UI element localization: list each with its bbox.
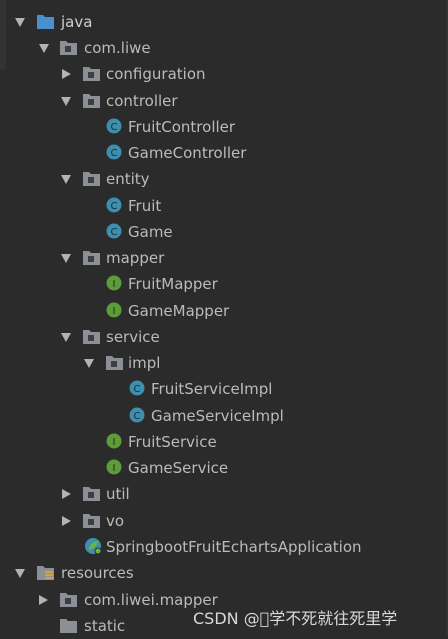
expand-arrow-icon[interactable]: [15, 18, 25, 27]
package-folder-icon: [106, 356, 123, 370]
tree-node-application[interactable]: SpringbootFruitEchartsApplication: [0, 534, 448, 560]
tree-node-label: java: [61, 13, 93, 31]
collapse-arrow-icon[interactable]: [39, 595, 48, 605]
expand-arrow-icon[interactable]: [61, 333, 71, 342]
tree-node-label: mapper: [106, 249, 165, 267]
tree-node-fruit[interactable]: C Fruit: [0, 193, 448, 219]
java-interface-icon: I: [106, 433, 122, 449]
java-interface-icon: I: [106, 302, 122, 318]
expand-arrow-icon[interactable]: [15, 569, 25, 578]
tree-node-label: Game: [128, 223, 173, 241]
tree-node-java[interactable]: java: [0, 9, 448, 35]
tree-node-resources[interactable]: resources: [0, 560, 448, 586]
java-interface-icon: I: [106, 459, 122, 475]
interface-icon-letter: I: [113, 306, 116, 317]
tree-node-label: entity: [106, 170, 150, 188]
tree-node-fruit-service-impl[interactable]: C FruitServiceImpl: [0, 376, 448, 402]
java-class-icon: C: [106, 223, 122, 239]
tree-node-label: util: [106, 485, 130, 503]
csdn-watermark: CSDN @ 学不死就往死里学: [193, 609, 398, 628]
tree-node-label: controller: [106, 92, 178, 110]
tree-node-fruit-mapper[interactable]: I FruitMapper: [0, 271, 448, 297]
tree-node-entity[interactable]: entity: [0, 166, 448, 192]
class-icon-letter: C: [134, 384, 141, 395]
folder-icon: [60, 619, 77, 633]
expand-arrow-icon[interactable]: [61, 254, 71, 263]
package-folder-icon: [83, 172, 100, 186]
interface-icon-letter: I: [113, 463, 116, 474]
package-folder-icon: [60, 593, 77, 607]
collapse-arrow-icon[interactable]: [62, 69, 71, 79]
tree-node-label: configuration: [106, 65, 206, 83]
java-class-icon: C: [106, 118, 122, 134]
tree-node-label: GameMapper: [128, 302, 230, 320]
expand-arrow-icon[interactable]: [39, 44, 49, 53]
java-class-icon: C: [106, 144, 122, 160]
tree-node-label: SpringbootFruitEchartsApplication: [106, 538, 362, 556]
tree-node-label: FruitMapper: [128, 275, 218, 293]
tree-node-configuration[interactable]: configuration: [0, 61, 448, 87]
package-folder-icon: [83, 487, 100, 501]
tree-node-game-controller[interactable]: C GameController: [0, 140, 448, 166]
project-tree: java com.liwe configuration controller C: [0, 0, 448, 636]
tree-node-controller[interactable]: controller: [0, 88, 448, 114]
class-icon-letter: C: [111, 122, 118, 133]
tree-node-label: GameService: [128, 459, 229, 477]
java-class-icon: C: [129, 380, 145, 396]
java-interface-icon: I: [106, 275, 122, 291]
tree-node-label: FruitController: [128, 118, 236, 136]
expand-arrow-icon[interactable]: [84, 359, 94, 368]
resources-folder-icon: [37, 566, 54, 580]
tree-node-mapper[interactable]: mapper: [0, 245, 448, 271]
package-folder-icon: [83, 330, 100, 344]
tree-node-label: GameServiceImpl: [151, 407, 284, 425]
tree-node-label: FruitServiceImpl: [151, 380, 273, 398]
tree-node-impl[interactable]: impl: [0, 350, 448, 376]
tree-node-fruit-service[interactable]: I FruitService: [0, 429, 448, 455]
tree-node-service[interactable]: service: [0, 324, 448, 350]
package-folder-icon: [83, 94, 100, 108]
java-class-icon: C: [129, 407, 145, 423]
java-class-icon: C: [106, 197, 122, 213]
expand-arrow-icon[interactable]: [61, 97, 71, 106]
tree-node-com-liwe[interactable]: com.liwe: [0, 35, 448, 61]
tree-node-label: static: [84, 617, 126, 635]
collapse-arrow-icon[interactable]: [62, 489, 71, 499]
tree-node-label: resources: [61, 564, 134, 582]
tree-node-label: Fruit: [128, 197, 162, 215]
tree-node-fruit-controller[interactable]: C FruitController: [0, 114, 448, 140]
tree-node-game-service-impl[interactable]: C GameServiceImpl: [0, 403, 448, 429]
package-folder-icon: [83, 514, 100, 528]
class-icon-letter: C: [111, 201, 118, 212]
interface-icon-letter: I: [113, 437, 116, 448]
tree-node-util[interactable]: util: [0, 481, 448, 507]
tree-node-label: FruitService: [128, 433, 217, 451]
interface-icon-letter: I: [113, 279, 116, 290]
package-folder-icon: [60, 41, 77, 55]
tree-node-label: com.liwe: [84, 39, 151, 57]
expand-arrow-icon[interactable]: [61, 175, 71, 184]
package-folder-icon: [83, 251, 100, 265]
class-icon-letter: C: [134, 411, 141, 422]
tree-node-label: service: [106, 328, 160, 346]
tree-node-game-service[interactable]: I GameService: [0, 455, 448, 481]
spring-boot-application-icon: [85, 538, 102, 555]
class-icon-letter: C: [111, 148, 118, 159]
source-folder-icon: [37, 15, 54, 29]
tree-node-label: impl: [128, 354, 161, 372]
tree-node-label: vo: [106, 512, 125, 530]
tree-node-game-mapper[interactable]: I GameMapper: [0, 298, 448, 324]
collapse-arrow-icon[interactable]: [62, 516, 71, 526]
class-icon-letter: C: [111, 227, 118, 238]
tree-node-vo[interactable]: vo: [0, 508, 448, 534]
tree-node-game[interactable]: C Game: [0, 219, 448, 245]
package-folder-icon: [83, 67, 100, 81]
tree-node-label: GameController: [128, 144, 247, 162]
